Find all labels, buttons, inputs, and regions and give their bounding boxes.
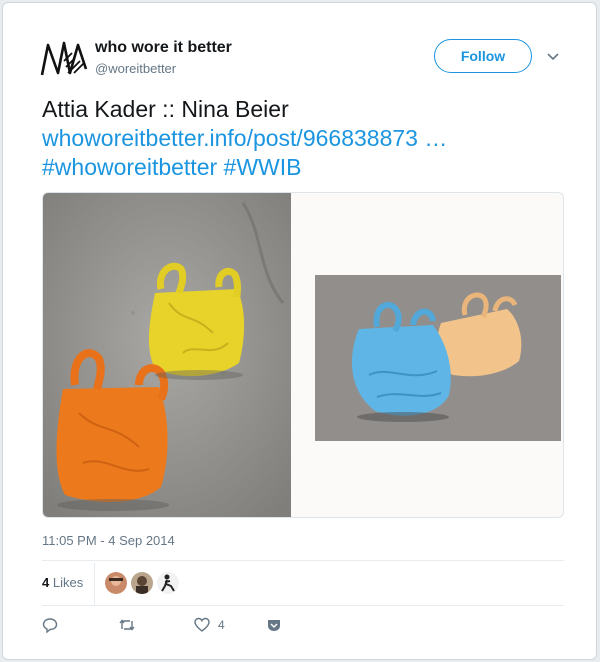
likes-count-label: Likes <box>52 575 84 590</box>
avatar[interactable] <box>157 572 179 594</box>
likes-count-value: 4 <box>42 575 50 590</box>
photo-plastic-bags-street[interactable] <box>43 193 291 518</box>
divider <box>42 560 564 561</box>
tweet-header: who wore it better @woreitbetter Follow <box>40 37 570 81</box>
likes-count[interactable]: 4 Likes <box>42 575 83 590</box>
tweet-card: who wore it better @woreitbetter Follow … <box>2 2 597 660</box>
divider <box>94 563 95 605</box>
like-button[interactable]: 4 <box>194 615 225 635</box>
tweet-actions: 4 <box>42 615 342 637</box>
reply-button[interactable] <box>42 615 58 635</box>
tweet-timestamp[interactable]: 11:05 PM - 4 Sep 2014 <box>42 533 175 548</box>
author-handle[interactable]: @woreitbetter <box>95 61 176 76</box>
author-name[interactable]: who wore it better <box>95 39 232 57</box>
reply-icon <box>42 618 58 633</box>
photo-plastic-bags-gallery[interactable] <box>315 275 561 441</box>
tweet-hashtags[interactable]: #whoworeitbetter #WWIB <box>42 153 562 182</box>
nw-scribble-logo-icon[interactable] <box>40 39 88 79</box>
retweet-icon <box>119 619 135 631</box>
avatar[interactable] <box>131 572 153 594</box>
share-button[interactable] <box>266 615 282 635</box>
like-count: 4 <box>218 618 225 632</box>
chevron-down-icon[interactable] <box>546 49 560 63</box>
follow-button[interactable]: Follow <box>434 39 532 73</box>
divider <box>42 605 564 606</box>
tweet-link[interactable]: whoworeitbetter.info/post/966838873 … <box>42 124 562 153</box>
retweet-button[interactable] <box>118 615 136 635</box>
heart-icon <box>194 617 210 632</box>
share-icon <box>268 620 280 631</box>
likes-row: 4 Likes <box>42 563 564 605</box>
tweet-text: Attia Kader :: Nina Beier whoworeitbette… <box>42 95 562 182</box>
tweet-media[interactable] <box>42 192 564 518</box>
tweet-body-text: Attia Kader :: Nina Beier <box>42 96 289 122</box>
avatar[interactable] <box>105 572 127 594</box>
